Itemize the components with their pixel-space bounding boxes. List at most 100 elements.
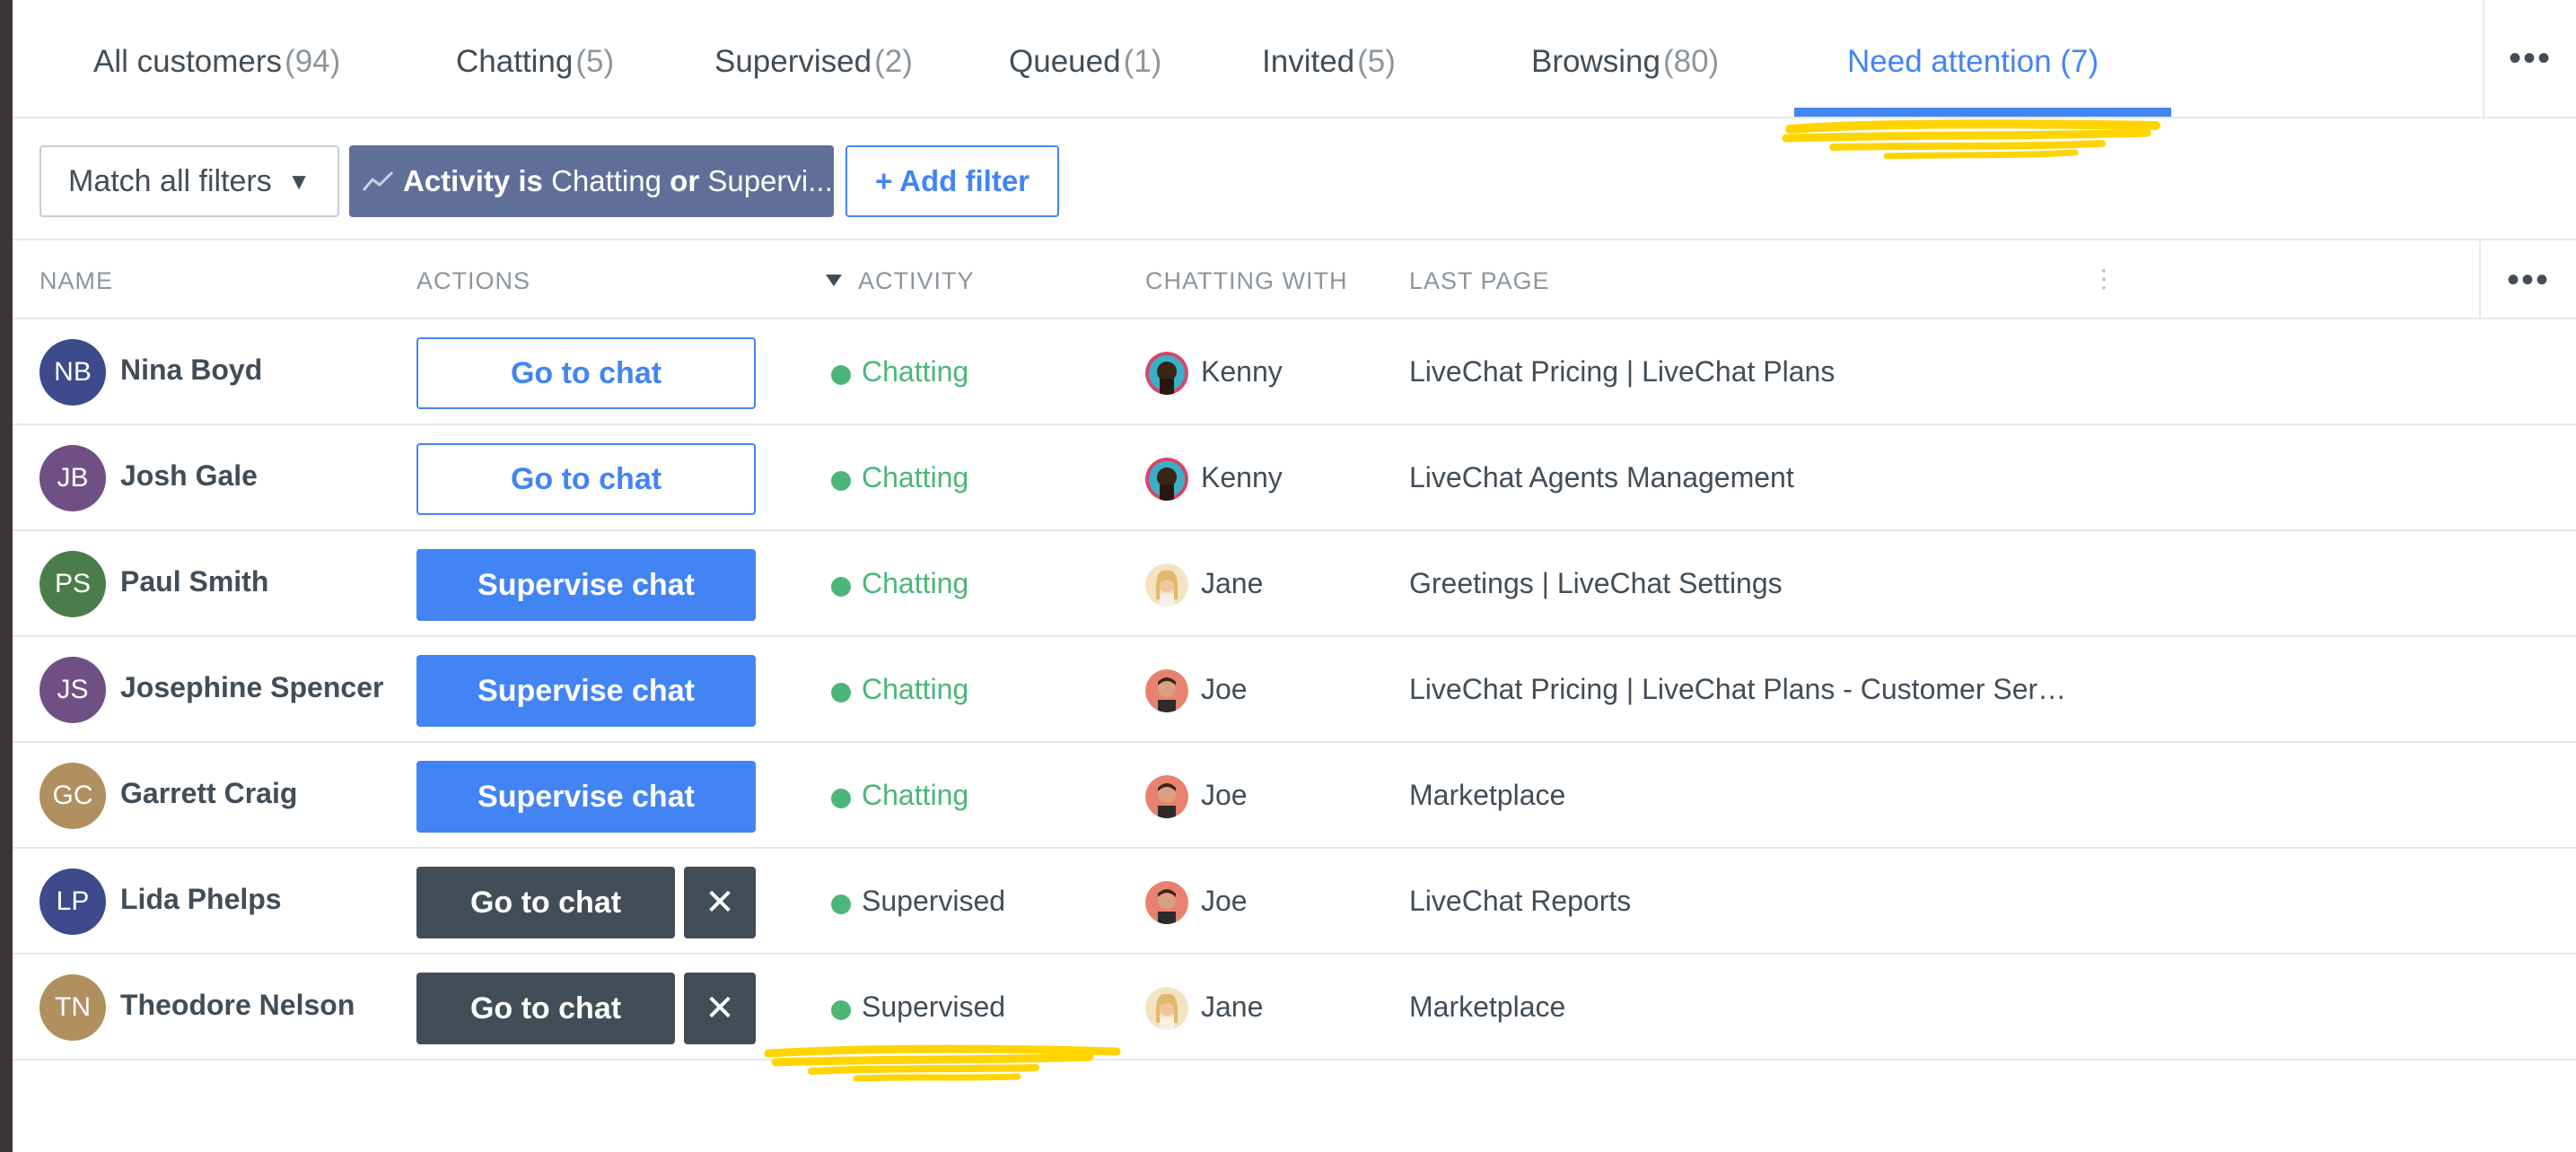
table-row[interactable]: NB Nina Boyd Go to chat Chatting Kenny L…	[13, 319, 2576, 425]
table-row[interactable]: JB Josh Gale Go to chat Chatting Kenny L…	[13, 425, 2576, 531]
trend-line-icon	[362, 170, 394, 191]
filter-bar: Match all filters ▼ Activity is Chatting…	[13, 118, 2576, 240]
activity-status: Chatting	[862, 567, 969, 599]
last-page-link: LiveChat Reports	[1409, 885, 1632, 917]
go-to-chat-button[interactable]: Go to chat	[416, 867, 675, 938]
customer-name[interactable]: Garrett Craig	[120, 777, 297, 810]
status-dot-icon	[831, 789, 851, 808]
tab-count: (80)	[1662, 44, 1720, 79]
activity-status: Supervised	[862, 991, 1006, 1023]
kenny-avatar-icon	[1145, 352, 1188, 395]
tab-browsing[interactable]: Browsing(80)	[1531, 39, 1719, 84]
tab-need-attention[interactable]: Need attention (7)	[1847, 39, 2101, 84]
jane-avatar-icon	[1145, 563, 1188, 607]
column-resize-icon[interactable]: ⋮	[2091, 264, 2116, 293]
table-header: NAME ACTIONS ACTIVITY CHATTING WITH LAST…	[13, 240, 2576, 319]
tab-count: (5)	[1357, 44, 1396, 79]
tabs-more-icon[interactable]: •••	[2483, 0, 2576, 117]
tab-count: (5)	[575, 44, 615, 79]
supervise-chat-button[interactable]: Supervise chat	[416, 549, 756, 621]
agent-name: Kenny	[1201, 355, 1283, 388]
window-edge	[0, 0, 13, 1152]
caret-down-icon: ▼	[287, 168, 311, 195]
jane-avatar-icon	[1145, 987, 1188, 1030]
last-page-link: Marketplace	[1409, 991, 1566, 1023]
sort-desc-icon[interactable]	[826, 275, 842, 286]
chip-operator: or	[670, 164, 700, 197]
agent-name: Kenny	[1201, 461, 1283, 493]
customer-avatar: JB	[39, 445, 106, 511]
tab-label: Browsing	[1531, 44, 1660, 79]
customer-avatar: GC	[39, 763, 106, 829]
last-page-link: LiveChat Pricing | LiveChat Plans - Cust…	[1409, 673, 2073, 705]
close-icon[interactable]: ✕	[684, 973, 756, 1044]
tab-label: All customers	[93, 44, 283, 79]
table-row[interactable]: LP Lida Phelps Go to chat ✕ Supervised J…	[13, 849, 2576, 955]
last-page-link: Greetings | LiveChat Settings	[1409, 567, 1783, 599]
tab-chatting[interactable]: Chatting(5)	[456, 39, 614, 84]
table-row[interactable]: JS Josephine Spencer Supervise chat Chat…	[13, 637, 2576, 743]
highlighter-mark-supervised	[764, 1044, 1121, 1082]
tab-label: Need attention (7)	[1847, 44, 2099, 79]
table-more-icon[interactable]: •••	[2479, 240, 2576, 319]
column-header-actions: ACTIONS	[416, 267, 531, 294]
customer-name[interactable]: Paul Smith	[120, 565, 268, 598]
joe-avatar-icon	[1145, 775, 1188, 818]
activity-status: Chatting	[862, 673, 969, 705]
last-page-link: LiveChat Pricing | LiveChat Plans	[1409, 355, 1836, 388]
match-filters-dropdown[interactable]: Match all filters ▼	[39, 145, 339, 217]
tab-invited[interactable]: Invited(5)	[1262, 39, 1396, 84]
customer-name[interactable]: Josh Gale	[120, 459, 258, 493]
customer-name[interactable]: Josephine Spencer	[120, 671, 383, 704]
kenny-avatar-icon	[1145, 458, 1188, 501]
activity-status: Chatting	[862, 355, 969, 388]
status-dot-icon	[831, 895, 851, 914]
customer-name[interactable]: Lida Phelps	[120, 883, 282, 916]
close-icon[interactable]: ✕	[684, 867, 756, 938]
agent-name: Jane	[1201, 567, 1264, 599]
customer-name[interactable]: Theodore Nelson	[120, 989, 355, 1022]
activity-status: Chatting	[862, 779, 969, 811]
last-page-link: Marketplace	[1409, 779, 1566, 811]
column-header-chatting-with[interactable]: CHATTING WITH	[1145, 267, 1347, 295]
supervise-chat-button[interactable]: Supervise chat	[416, 655, 756, 727]
column-header-activity[interactable]: ACTIVITY	[858, 267, 975, 295]
customer-avatar: NB	[39, 339, 106, 406]
tab-count: (1)	[1123, 44, 1162, 79]
tab-label: Invited	[1262, 44, 1355, 79]
table-row[interactable]: PS Paul Smith Supervise chat Chatting Ja…	[13, 531, 2576, 637]
status-dot-icon	[831, 683, 851, 703]
agent-name: Joe	[1201, 673, 1248, 705]
agent-name: Joe	[1201, 885, 1248, 917]
supervise-chat-button[interactable]: Supervise chat	[416, 761, 756, 833]
go-to-chat-button[interactable]: Go to chat	[416, 337, 756, 409]
go-to-chat-button[interactable]: Go to chat	[416, 973, 675, 1044]
customer-avatar: JS	[39, 657, 106, 723]
customer-avatar: PS	[39, 551, 106, 617]
table-row[interactable]: TN Theodore Nelson Go to chat ✕ Supervis…	[13, 955, 2576, 1060]
tab-label: Queued	[1009, 44, 1121, 79]
tab-label: Supervised	[714, 44, 872, 79]
agent-name: Joe	[1201, 779, 1248, 811]
customers-page: All customers(94) Chatting(5) Supervised…	[13, 0, 2576, 1152]
tab-queued[interactable]: Queued(1)	[1009, 39, 1161, 84]
status-dot-icon	[831, 365, 851, 385]
activity-status: Supervised	[862, 885, 1006, 917]
tab-all-customers[interactable]: All customers(94)	[93, 39, 340, 84]
agent-name: Jane	[1201, 991, 1264, 1023]
joe-avatar-icon	[1145, 669, 1188, 712]
table-row[interactable]: GC Garrett Craig Supervise chat Chatting…	[13, 743, 2576, 849]
column-header-last-page[interactable]: LAST PAGE	[1409, 267, 1550, 295]
customer-name[interactable]: Nina Boyd	[120, 353, 262, 387]
customer-avatar: TN	[39, 974, 106, 1041]
activity-status: Chatting	[862, 461, 969, 493]
customer-avatar: LP	[39, 868, 106, 935]
tab-label: Chatting	[456, 44, 574, 79]
column-header-name[interactable]: NAME	[39, 267, 113, 295]
go-to-chat-button[interactable]: Go to chat	[416, 443, 756, 515]
activity-filter-chip[interactable]: Activity is Chatting or Supervi...	[349, 145, 834, 217]
status-dot-icon	[831, 471, 851, 491]
joe-avatar-icon	[1145, 881, 1188, 924]
tab-supervised[interactable]: Supervised(2)	[714, 39, 913, 84]
add-filter-button[interactable]: + Add filter	[846, 145, 1059, 217]
